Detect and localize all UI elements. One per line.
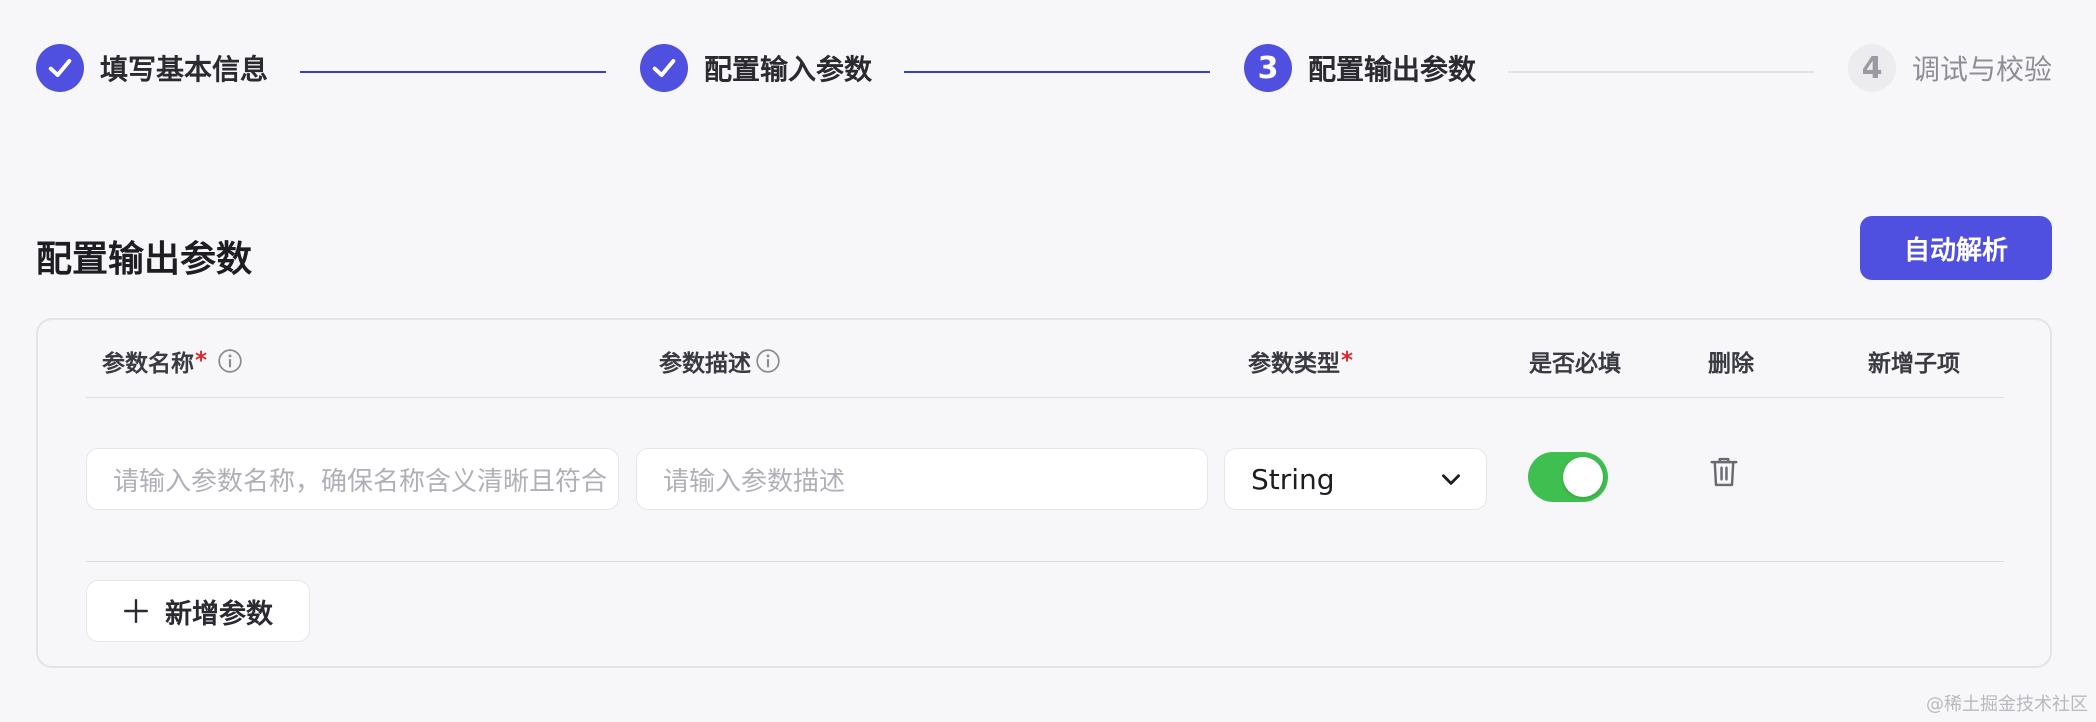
column-header-description: 参数描述 <box>659 344 781 378</box>
step-basic-info[interactable]: 填写基本信息 <box>36 44 268 92</box>
column-header-name: 参数名称 * <box>102 344 243 378</box>
step-number-indicator: 4 <box>1848 44 1896 92</box>
stepper: 填写基本信息 配置输入参数 3 配置输出参数 4 调试与校验 <box>36 44 2056 92</box>
check-icon <box>652 59 676 77</box>
section-title: 配置输出参数 <box>36 239 253 280</box>
step-debug[interactable]: 4 调试与校验 <box>1848 44 2052 92</box>
step-number: 3 <box>1257 50 1279 86</box>
step-done-indicator <box>640 44 688 92</box>
column-header-label: 参数类型 <box>1248 351 1340 377</box>
watermark: @稀土掘金技术社区 <box>1926 694 2088 715</box>
required-mark: * <box>1341 348 1354 374</box>
check-icon <box>48 59 72 77</box>
step-connector <box>1508 71 1814 73</box>
step-done-indicator <box>36 44 84 92</box>
chevron-down-icon <box>1442 474 1460 485</box>
column-header-type: 参数类型 * <box>1248 344 1353 378</box>
plus-icon <box>123 598 149 624</box>
toggle-knob <box>1563 457 1603 497</box>
step-label: 填写基本信息 <box>100 53 269 86</box>
column-header-label: 参数描述 <box>659 351 751 377</box>
trash-icon[interactable] <box>1709 456 1739 488</box>
column-header-delete: 删除 <box>1708 351 1754 377</box>
param-description-input[interactable]: 请输入参数描述 <box>636 448 1208 510</box>
info-icon[interactable] <box>755 348 781 374</box>
step-number-indicator: 3 <box>1244 44 1292 92</box>
step-input-params[interactable]: 配置输入参数 <box>640 44 872 92</box>
step-number: 4 <box>1861 50 1883 86</box>
param-type-value: String <box>1251 462 1335 496</box>
param-name-input[interactable]: 请输入参数名称，确保名称含义清晰且符合 <box>86 448 619 510</box>
column-header-required: 是否必填 <box>1529 351 1621 377</box>
auto-parse-button[interactable]: 自动解析 <box>1860 216 2052 280</box>
add-param-button[interactable]: 新增参数 <box>86 580 310 642</box>
step-label: 配置输入参数 <box>704 53 873 86</box>
step-label: 配置输出参数 <box>1308 53 1477 86</box>
column-header-add-child: 新增子项 <box>1868 351 1960 377</box>
add-param-label: 新增参数 <box>165 598 273 630</box>
param-type-select[interactable]: String <box>1224 448 1487 510</box>
step-output-params[interactable]: 3 配置输出参数 <box>1244 44 1476 92</box>
info-icon[interactable] <box>217 348 243 374</box>
table-header-divider <box>86 397 2004 398</box>
column-header-label: 参数名称 <box>102 351 194 377</box>
step-label: 调试与校验 <box>1912 53 2053 86</box>
step-connector <box>904 71 1210 73</box>
required-mark: * <box>195 348 208 374</box>
required-toggle[interactable] <box>1528 452 1608 502</box>
step-connector <box>300 71 606 73</box>
table-row-divider <box>86 561 2004 562</box>
page: 填写基本信息 配置输入参数 3 配置输出参数 4 调试与校验 配置输出参数 自动… <box>0 0 2096 722</box>
